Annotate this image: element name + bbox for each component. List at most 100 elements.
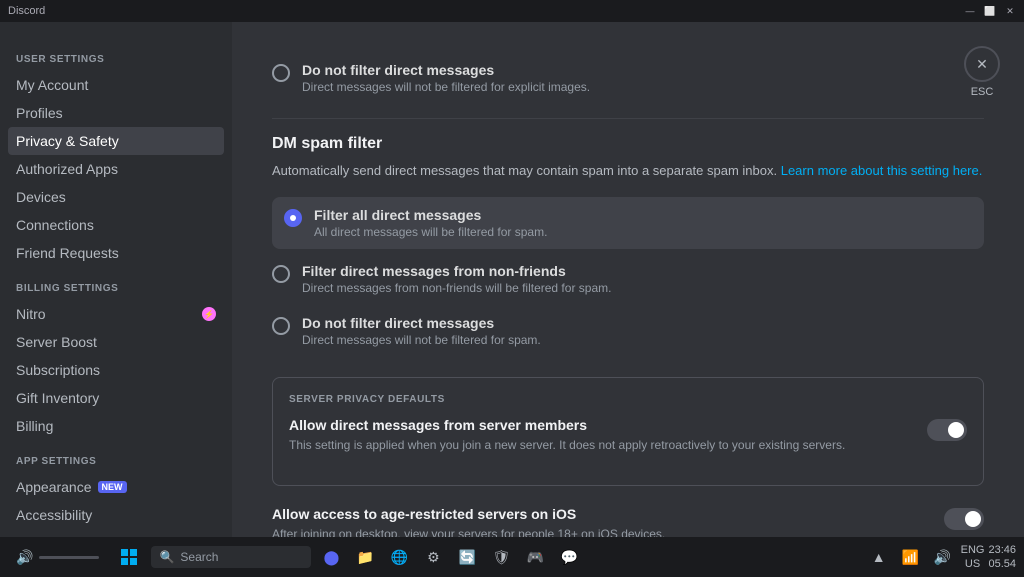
sidebar-item-billing[interactable]: Billing xyxy=(8,412,224,440)
radio-circle-filter-non-friends xyxy=(272,265,290,283)
filter-all-desc: All direct messages will be filtered for… xyxy=(314,225,547,239)
top-divider xyxy=(272,118,984,119)
taskbar-icon-app2[interactable]: 🔄 xyxy=(453,543,481,571)
nitro-icon: ⚡ xyxy=(202,307,216,321)
sidebar-item-connections[interactable]: Connections xyxy=(8,211,224,239)
minimize-button[interactable]: — xyxy=(964,5,976,17)
taskbar-icon-files[interactable]: 📁 xyxy=(351,543,379,571)
taskbar-icon-chrome[interactable]: 🌐 xyxy=(385,543,413,571)
tray-icon-wifi[interactable]: 📶 xyxy=(897,543,925,571)
dm-spam-filter-link[interactable]: Learn more about this setting here. xyxy=(781,163,983,178)
filter-non-friends-text: Filter direct messages from non-friends … xyxy=(302,263,611,295)
filter-all-text: Filter all direct messages All direct me… xyxy=(314,207,547,239)
sidebar-item-devices[interactable]: Devices xyxy=(8,183,224,211)
allow-dm-desc: This setting is applied when you join a … xyxy=(289,437,845,454)
top-radio-text: Do not filter direct messages Direct mes… xyxy=(302,62,590,94)
allow-dm-title: Allow direct messages from server member… xyxy=(289,417,845,433)
maximize-button[interactable]: ⬜ xyxy=(984,5,996,17)
filter-non-friends-title: Filter direct messages from non-friends xyxy=(302,263,611,279)
sidebar-item-label: Server Boost xyxy=(16,334,97,350)
volume-bar[interactable] xyxy=(39,556,99,559)
filter-non-friends-desc: Direct messages from non-friends will be… xyxy=(302,281,611,295)
top-radio-option[interactable]: Do not filter direct messages Direct mes… xyxy=(272,54,984,102)
server-privacy-box: SERVER PRIVACY DEFAULTS Allow direct mes… xyxy=(272,377,984,487)
start-button[interactable] xyxy=(113,541,145,573)
radio-option-no-filter[interactable]: Do not filter direct messages Direct mes… xyxy=(272,305,984,357)
sidebar-item-appearance[interactable]: Appearance NEW xyxy=(8,473,224,501)
titlebar-controls: — ⬜ ✕ xyxy=(964,5,1016,17)
sidebar-item-label: Authorized Apps xyxy=(16,161,118,177)
volume-icon: 🔊 xyxy=(16,549,33,566)
sidebar-item-label: Devices xyxy=(16,189,66,205)
dm-spam-filter-desc: Automatically send direct messages that … xyxy=(272,161,984,181)
sidebar-item-label: Nitro xyxy=(16,306,46,322)
sidebar-item-label: Billing xyxy=(16,418,53,434)
titlebar-title: Discord xyxy=(8,5,45,17)
titlebar: Discord — ⬜ ✕ xyxy=(0,0,1024,22)
sidebar-item-label: Profiles xyxy=(16,105,63,121)
age-restricted-ios-toggle[interactable] xyxy=(944,508,984,530)
allow-dm-text: Allow direct messages from server member… xyxy=(289,417,845,454)
tray-icon-volume[interactable]: 🔊 xyxy=(929,543,957,571)
no-filter-title: Do not filter direct messages xyxy=(302,315,541,331)
server-privacy-label: SERVER PRIVACY DEFAULTS xyxy=(289,394,967,405)
sidebar-item-label: Subscriptions xyxy=(16,362,100,378)
sidebar-item-voice-video[interactable]: Voice & Video xyxy=(8,529,224,537)
user-settings-label: USER SETTINGS xyxy=(8,50,224,69)
content-area: ✕ ESC Do not filter direct messages Dire… xyxy=(232,22,1024,537)
search-text: Search xyxy=(180,550,218,564)
age-restricted-ios-row: Allow access to age-restricted servers o… xyxy=(272,506,984,537)
taskbar: 🔊 🔍 Search ⬤ 📁 🌐 ⚙ 🔄 🛡 🎮 💬 ▲ 📶 🔊 ENGUS 2… xyxy=(0,537,1024,577)
age-restricted-ios-desc: After joining on desktop, view your serv… xyxy=(272,526,665,537)
sidebar-item-server-boost[interactable]: Server Boost xyxy=(8,328,224,356)
no-filter-desc: Direct messages will not be filtered for… xyxy=(302,333,541,347)
tray-icon-1[interactable]: ▲ xyxy=(865,543,893,571)
sidebar-item-profiles[interactable]: Profiles xyxy=(8,99,224,127)
taskbar-clock[interactable]: 23:4605.54 xyxy=(988,543,1016,572)
sidebar-item-label: Connections xyxy=(16,217,94,233)
top-radio-desc: Direct messages will not be filtered for… xyxy=(302,80,590,94)
sidebar-item-label: Appearance xyxy=(16,479,92,495)
esc-label: ESC xyxy=(971,86,994,98)
taskbar-icon-app1[interactable]: ⚙ xyxy=(419,543,447,571)
sidebar-item-label: My Account xyxy=(16,77,88,93)
dm-spam-filter-title: DM spam filter xyxy=(272,135,984,153)
radio-circle-no-filter xyxy=(272,317,290,335)
main-layout: USER SETTINGS My Account Profiles Privac… xyxy=(0,22,1024,537)
sidebar-item-gift-inventory[interactable]: Gift Inventory xyxy=(8,384,224,412)
close-button[interactable]: ✕ xyxy=(1004,5,1016,17)
sidebar-item-label: Voice & Video xyxy=(16,535,103,537)
sidebar-item-subscriptions[interactable]: Subscriptions xyxy=(8,356,224,384)
allow-dm-toggle-row: Allow direct messages from server member… xyxy=(289,417,967,454)
sidebar-item-friend-requests[interactable]: Friend Requests xyxy=(8,239,224,267)
taskbar-icon-app5[interactable]: 💬 xyxy=(555,543,583,571)
esc-button[interactable]: ✕ ESC xyxy=(964,46,1000,98)
taskbar-icon-app3[interactable]: 🛡 xyxy=(487,543,515,571)
dm-spam-filter-block: DM spam filter Automatically send direct… xyxy=(272,135,984,357)
sidebar-item-my-account[interactable]: My Account xyxy=(8,71,224,99)
radio-option-filter-non-friends[interactable]: Filter direct messages from non-friends … xyxy=(272,253,984,305)
volume-area: 🔊 xyxy=(8,549,107,566)
sidebar-item-label: Friend Requests xyxy=(16,245,119,261)
taskbar-lang: ENGUS xyxy=(961,543,985,572)
sidebar-item-privacy-safety[interactable]: Privacy & Safety xyxy=(8,127,224,155)
allow-dm-toggle[interactable] xyxy=(927,419,967,441)
taskbar-search[interactable]: 🔍 Search xyxy=(151,546,311,568)
sidebar-item-label: Privacy & Safety xyxy=(16,133,119,149)
taskbar-icon-app4[interactable]: 🎮 xyxy=(521,543,549,571)
sidebar: USER SETTINGS My Account Profiles Privac… xyxy=(0,22,232,537)
windows-icon xyxy=(121,549,137,565)
sidebar-item-accessibility[interactable]: Accessibility xyxy=(8,501,224,529)
top-radio-title: Do not filter direct messages xyxy=(302,62,590,78)
filter-all-title: Filter all direct messages xyxy=(314,207,547,223)
radio-circle-do-not-filter-top xyxy=(272,64,290,82)
sidebar-item-label: Accessibility xyxy=(16,507,92,523)
sidebar-item-nitro[interactable]: Nitro ⚡ xyxy=(8,300,224,328)
radio-option-filter-all[interactable]: Filter all direct messages All direct me… xyxy=(272,197,984,249)
system-tray: ▲ 📶 🔊 ENGUS 23:4605.54 xyxy=(865,543,1016,572)
taskbar-icon-discord[interactable]: ⬤ xyxy=(317,543,345,571)
sidebar-item-authorized-apps[interactable]: Authorized Apps xyxy=(8,155,224,183)
new-badge: NEW xyxy=(98,481,127,493)
age-restricted-ios-title: Allow access to age-restricted servers o… xyxy=(272,506,665,522)
no-filter-text: Do not filter direct messages Direct mes… xyxy=(302,315,541,347)
